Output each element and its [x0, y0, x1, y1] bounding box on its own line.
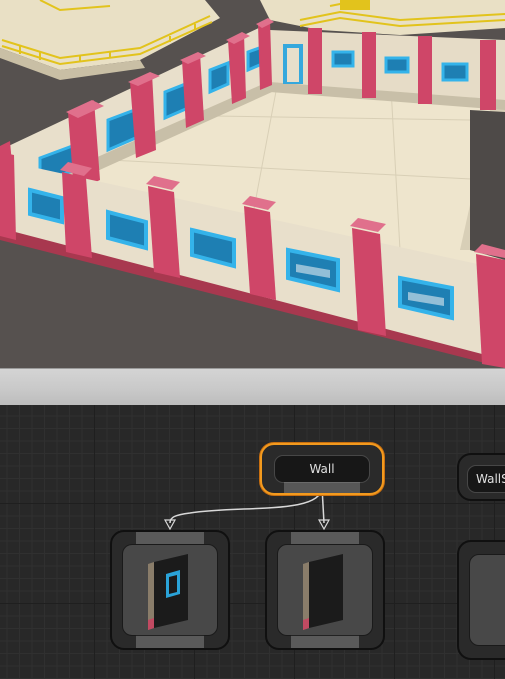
wall-node[interactable]: Wall — [260, 443, 384, 495]
node-graph-canvas[interactable]: Wall WallS — [0, 405, 505, 679]
partial-asset-node[interactable] — [457, 540, 505, 660]
scene-viewport[interactable] — [0, 0, 505, 368]
wall-node-output-port[interactable] — [284, 482, 360, 493]
wall-plain-asset-node[interactable] — [265, 530, 385, 650]
wall-node-title: Wall — [274, 455, 370, 483]
asset-preview-frame — [469, 554, 505, 646]
asset-output-port[interactable] — [136, 635, 204, 648]
asset-output-port[interactable] — [291, 635, 359, 648]
scene-render — [0, 0, 505, 368]
wall-window-asset-node[interactable] — [110, 530, 230, 650]
plain-wall-icon — [303, 554, 343, 630]
wall-s-node[interactable]: WallS — [457, 453, 505, 501]
graph-connections — [163, 486, 331, 531]
panel-splitter[interactable] — [0, 368, 505, 405]
wall-s-node-title: WallS — [467, 465, 505, 493]
wall-with-window-icon — [148, 554, 188, 630]
